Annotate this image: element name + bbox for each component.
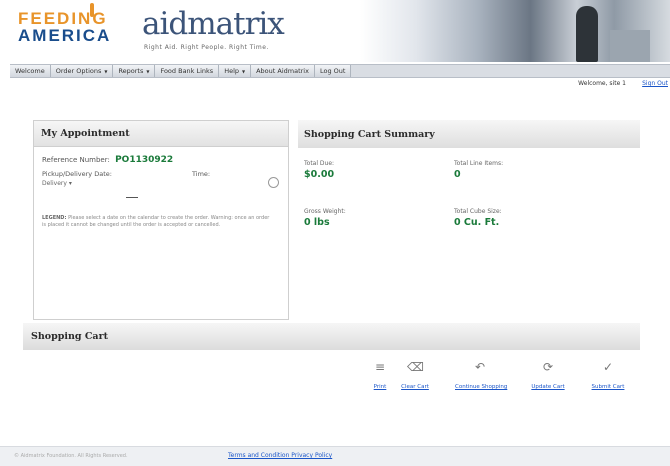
total-cube: Total Cube Size: 0 Cu. Ft. <box>454 208 502 228</box>
aidmatrix-tagline: Right Aid. Right People. Right Time. <box>144 44 269 51</box>
header-banner-image <box>360 0 670 62</box>
note-label: LEGEND: <box>42 215 67 221</box>
main-nav: WelcomeOrder OptionsReportsFood Bank Lin… <box>10 64 670 78</box>
welcome-text: Welcome, site 1 <box>578 80 626 87</box>
reference-row: Reference Number: PO1130922 <box>42 155 280 165</box>
footer: © Aidmatrix Foundation. All Rights Reser… <box>0 446 670 466</box>
signout-link[interactable]: Sign Out <box>642 80 668 87</box>
banner-crate <box>610 30 650 62</box>
aidmatrix-logo[interactable]: aidmatrix <box>142 6 285 42</box>
total-due-label: Total Due: <box>304 160 335 167</box>
total-line-items-label: Total Line Items: <box>454 160 504 167</box>
total-cube-value: 0 Cu. Ft. <box>454 217 500 228</box>
nav-item-log-out[interactable]: Log Out <box>314 65 352 77</box>
banner-figure <box>576 6 598 62</box>
clear-cart-icon[interactable]: ⌫ <box>407 360 424 382</box>
submit-cart-icon[interactable]: ✓ <box>600 360 616 382</box>
cart-summary-panel: Shopping Cart Summary Total Due: $0.00 T… <box>298 120 640 265</box>
shopping-cart-title: Shopping Cart <box>23 323 640 350</box>
appointment-panel: My Appointment Reference Number: PO11309… <box>33 120 289 320</box>
total-cube-label: Total Cube Size: <box>454 208 502 215</box>
summary-title: Shopping Cart Summary <box>298 120 640 148</box>
footer-copyright: © Aidmatrix Foundation. All Rights Reser… <box>14 453 128 459</box>
nav-item-help[interactable]: Help <box>219 65 252 77</box>
continue-shopping-icon[interactable]: ↶ <box>472 360 488 382</box>
total-line-items: Total Line Items: 0 <box>454 160 503 180</box>
cart-action-label[interactable]: Continue Shopping <box>455 384 507 390</box>
appointment-body: Reference Number: PO1130922 Pickup/Deliv… <box>34 147 288 198</box>
reference-label: Reference Number: <box>42 156 110 164</box>
note-text: Please select a date on the calendar to … <box>42 215 270 228</box>
cart-action-clear-cart[interactable]: ⌫ Clear Cart <box>390 360 440 390</box>
pickup-date-label: Pickup/Delivery Date: <box>42 170 112 178</box>
feeding-america-logo[interactable]: FEEDING AMERICA <box>18 3 112 45</box>
fork-icon <box>90 3 94 17</box>
nav-item-welcome[interactable]: Welcome <box>10 65 51 77</box>
time-label: Time: <box>192 170 211 178</box>
nav-item-reports[interactable]: Reports <box>113 65 156 77</box>
print-icon[interactable]: ≡ <box>372 360 388 382</box>
gross-weight-value: 0 lbs <box>304 217 330 228</box>
nav-item-food-bank-links[interactable]: Food Bank Links <box>155 65 220 77</box>
total-due-value: $0.00 <box>304 169 335 180</box>
update-cart-icon[interactable]: ⟳ <box>540 360 556 382</box>
cart-action-label[interactable]: Clear Cart <box>390 384 440 390</box>
appointment-note: LEGEND: Please select a date on the cale… <box>42 215 274 229</box>
brand-line1: FEEDING <box>18 9 108 28</box>
brand-line2: AMERICA <box>18 26 112 45</box>
nav-item-about-aidmatrix[interactable]: About Aidmatrix <box>251 65 315 77</box>
cart-actions: ≡ Print ⌫ Clear Cart ↶ Continue Shopping ⟳ Upda… <box>355 360 645 400</box>
welcome-bar: Welcome, site 1 Sign Out <box>0 78 670 90</box>
clock-icon[interactable] <box>268 177 279 188</box>
cart-action-update-cart[interactable]: ⟳ Update Cart <box>523 360 573 390</box>
total-line-items-value: 0 <box>454 169 461 180</box>
nav-item-order-options[interactable]: Order Options <box>50 65 114 77</box>
total-due: Total Due: $0.00 <box>304 160 334 180</box>
delivery-select[interactable]: Delivery <box>42 180 72 187</box>
cart-action-continue-shopping[interactable]: ↶ Continue Shopping <box>455 360 507 390</box>
cart-action-submit-cart[interactable]: ✓ Submit Cart <box>583 360 633 390</box>
date-row: Pickup/Delivery Date: Time: Delivery <box>42 167 280 188</box>
reference-number: PO1130922 <box>115 155 174 165</box>
gross-weight-label: Gross Weight: <box>304 208 346 215</box>
cart-action-label[interactable]: Update Cart <box>523 384 573 390</box>
terms-link[interactable]: Terms and Condition Privacy Policy <box>228 452 332 459</box>
cart-action-label[interactable]: Submit Cart <box>583 384 633 390</box>
appointment-title: My Appointment <box>34 121 288 147</box>
header: FEEDING AMERICA aidmatrix Right Aid. Rig… <box>0 0 670 62</box>
gross-weight: Gross Weight: 0 lbs <box>304 208 346 228</box>
date-placeholder <box>126 197 138 198</box>
